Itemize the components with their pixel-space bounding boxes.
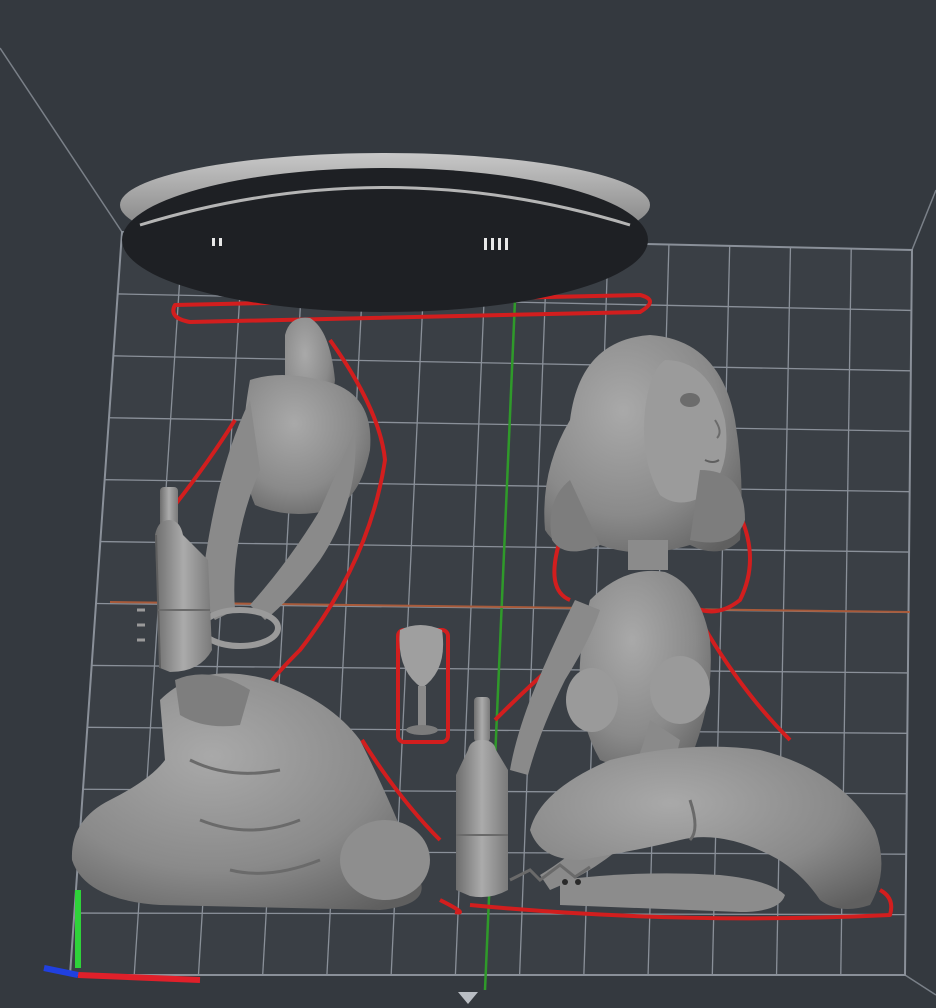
3d-viewport[interactable]: [0, 0, 936, 1008]
support-disc[interactable]: [120, 153, 650, 312]
nav-arrow-icon[interactable]: [458, 992, 478, 1004]
scene-canvas[interactable]: [0, 0, 936, 1008]
